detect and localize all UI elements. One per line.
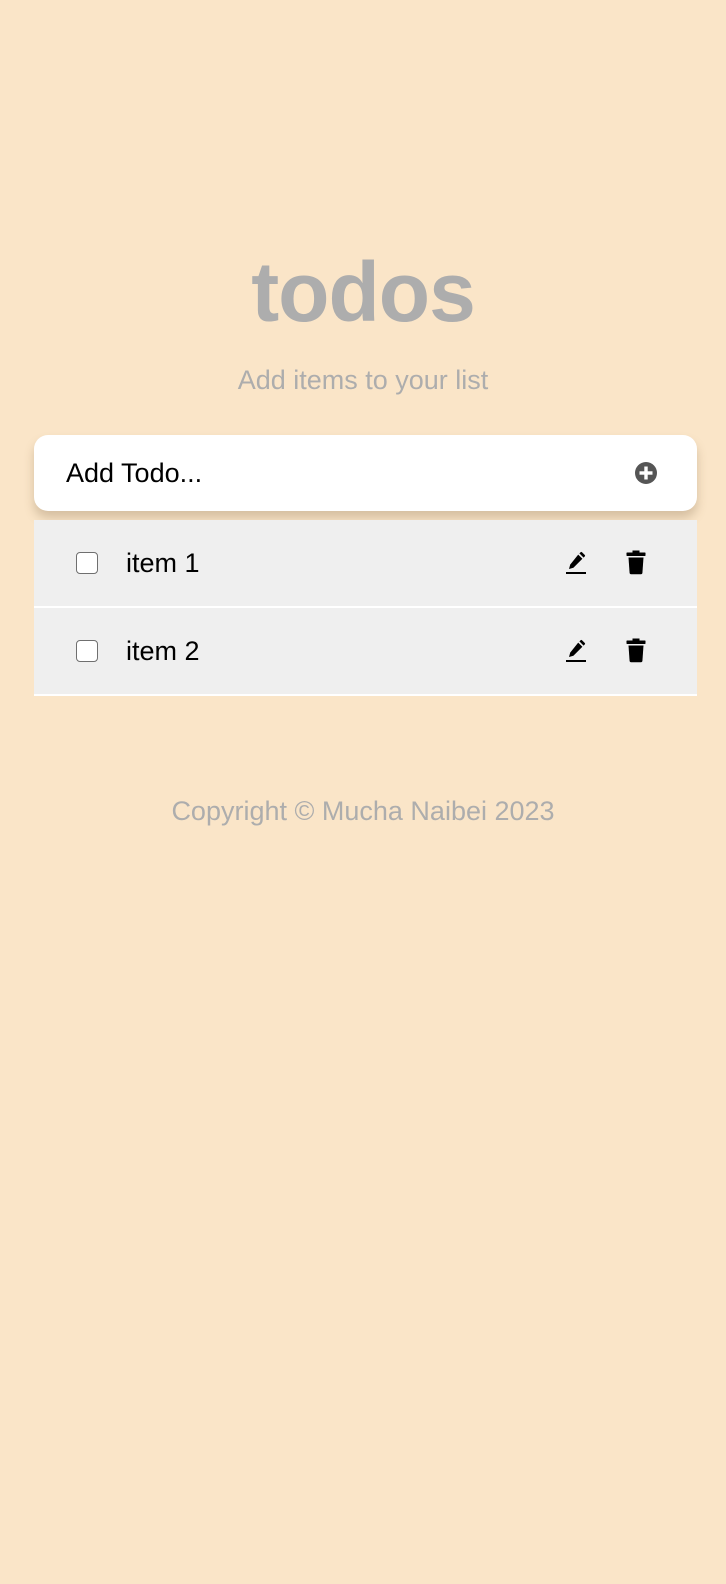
todo-checkbox[interactable]	[76, 552, 98, 574]
pencil-icon	[566, 551, 586, 574]
trash-icon	[626, 550, 646, 575]
todo-label: item 2	[126, 636, 200, 666]
page-title: todos	[251, 245, 476, 339]
todo-item: item 2	[34, 608, 697, 696]
footer-copyright: Copyright © Mucha Naibei 2023	[171, 796, 555, 826]
add-todo-form	[34, 435, 697, 511]
add-todo-input[interactable]	[66, 435, 606, 511]
delete-todo-button[interactable]	[622, 548, 650, 576]
todo-label: item 1	[126, 548, 200, 578]
edit-todo-button[interactable]	[562, 548, 590, 576]
pencil-icon	[566, 639, 586, 662]
plus-circle-icon	[635, 462, 657, 484]
todo-item: item 1	[34, 520, 697, 608]
page-subtitle: Add items to your list	[237, 365, 489, 395]
add-todo-button[interactable]	[632, 459, 660, 487]
todo-list: item 1 item 2	[34, 520, 697, 696]
todo-checkbox[interactable]	[76, 640, 98, 662]
todo-app: todos Add items to your list item 1	[0, 0, 726, 1584]
delete-todo-button[interactable]	[622, 636, 650, 664]
trash-icon	[626, 638, 646, 663]
edit-todo-button[interactable]	[562, 636, 590, 664]
